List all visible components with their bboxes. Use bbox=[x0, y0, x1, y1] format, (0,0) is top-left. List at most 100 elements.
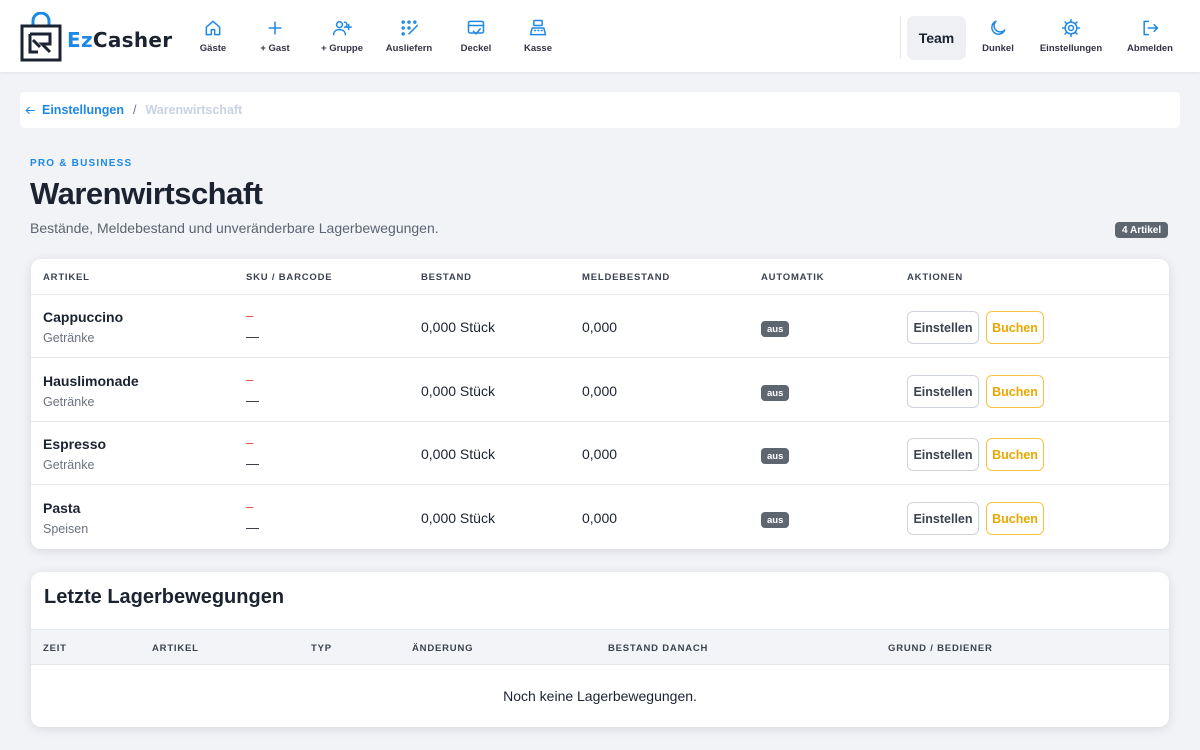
article-barcode: — bbox=[246, 393, 259, 408]
book-button[interactable]: Buchen bbox=[986, 502, 1044, 535]
cash-register-icon bbox=[529, 19, 547, 36]
article-min-stock: 0,000 bbox=[582, 510, 618, 526]
book-button[interactable]: Buchen bbox=[986, 375, 1044, 408]
article-name: Hauslimonade bbox=[43, 373, 139, 389]
table-row: Espresso Getränke – — 0,000 Stück 0,000 … bbox=[31, 422, 1169, 485]
article-category: Getränke bbox=[43, 331, 95, 345]
nav-label: Kasse bbox=[524, 43, 552, 54]
automation-badge: aus bbox=[761, 448, 790, 464]
plus-icon bbox=[268, 21, 282, 35]
article-stock: 0,000 Stück bbox=[421, 319, 495, 335]
automation-badge: aus bbox=[761, 512, 790, 528]
article-barcode: — bbox=[246, 329, 259, 344]
breadcrumb-back-link[interactable]: Einstellungen bbox=[24, 103, 124, 117]
nav-logout[interactable]: Abmelden bbox=[1125, 18, 1175, 54]
article-barcode: — bbox=[246, 456, 259, 471]
nav-tab[interactable]: Deckel bbox=[457, 18, 495, 54]
stock-table-card: ARTIKEL SKU / BARCODE BESTAND MELDEBESTA… bbox=[31, 259, 1169, 549]
ezcasher-logo-icon bbox=[20, 12, 62, 62]
page-subtitle: Bestände, Meldebestand und unveränderbar… bbox=[30, 220, 439, 236]
column-header-time: ZEIT bbox=[43, 643, 67, 654]
nav-label: Abmelden bbox=[1127, 43, 1173, 54]
article-name: Pasta bbox=[43, 500, 81, 516]
add-group-icon bbox=[332, 21, 352, 36]
brand-logo-link[interactable]: EzCasher bbox=[20, 12, 172, 62]
brand-name: EzCasher bbox=[67, 28, 172, 52]
article-category: Getränke bbox=[43, 395, 95, 409]
table-row: Pasta Speisen – — 0,000 Stück 0,000 aus … bbox=[31, 486, 1169, 549]
breadcrumb: Einstellungen / Warenwirtschaft bbox=[20, 92, 1180, 128]
table-header-row: ZEIT ARTIKEL TYP ÄNDERUNG BESTAND DANACH… bbox=[31, 629, 1169, 665]
deliver-grid-icon bbox=[401, 20, 419, 36]
nav-label: Deckel bbox=[460, 43, 492, 54]
nav-register[interactable]: Kasse bbox=[519, 18, 557, 54]
column-header-article: ARTIKEL bbox=[152, 643, 199, 654]
column-header-change: ÄNDERUNG bbox=[412, 643, 474, 654]
nav-dark-mode[interactable]: Dunkel bbox=[979, 18, 1017, 54]
article-stock: 0,000 Stück bbox=[421, 446, 495, 462]
arrow-left-icon bbox=[25, 106, 35, 114]
stock-movements-card: Letzte Lagerbewegungen ZEIT ARTIKEL TYP … bbox=[31, 572, 1169, 727]
empty-state-message: Noch keine Lagerbewegungen. bbox=[503, 688, 697, 704]
column-header-min-stock: MELDEBESTAND bbox=[582, 272, 671, 283]
automation-badge: aus bbox=[761, 321, 790, 337]
article-min-stock: 0,000 bbox=[582, 319, 618, 335]
nav-label: Dunkel bbox=[982, 43, 1014, 54]
configure-button[interactable]: Einstellen bbox=[907, 375, 979, 408]
logout-icon bbox=[1143, 20, 1159, 36]
breadcrumb-current: Warenwirtschaft bbox=[145, 103, 243, 117]
article-sku: – bbox=[246, 308, 254, 323]
team-button[interactable]: Team bbox=[907, 16, 966, 60]
book-button[interactable]: Buchen bbox=[986, 438, 1044, 471]
brand-rest: Casher bbox=[92, 28, 173, 52]
moon-icon bbox=[991, 20, 1006, 35]
article-name: Cappuccino bbox=[43, 309, 124, 325]
column-header-actions: AKTIONEN bbox=[907, 272, 964, 283]
article-category: Getränke bbox=[43, 458, 95, 472]
top-navbar: EzCasher Gäste + Gast + Gruppe Ausliefer… bbox=[0, 0, 1200, 72]
column-header-article: ARTIKEL bbox=[43, 272, 90, 283]
nav-label: Gäste bbox=[199, 43, 227, 54]
article-sku: – bbox=[246, 435, 254, 450]
configure-button[interactable]: Einstellen bbox=[907, 502, 979, 535]
article-sku: – bbox=[246, 499, 254, 514]
nav-label: Ausliefern bbox=[385, 43, 433, 54]
article-count-badge: 4 Artikel bbox=[1115, 222, 1169, 238]
table-row: Hauslimonade Getränke – — 0,000 Stück 0,… bbox=[31, 359, 1169, 422]
column-header-stock: BESTAND bbox=[421, 272, 472, 283]
nav-settings[interactable]: Einstellungen bbox=[1038, 18, 1104, 54]
configure-button[interactable]: Einstellen bbox=[907, 438, 979, 471]
column-header-type: TYP bbox=[311, 643, 332, 654]
breadcrumb-back-label: Einstellungen bbox=[42, 103, 124, 117]
nav-deliver[interactable]: Ausliefern bbox=[383, 18, 435, 54]
nav-label: Einstellungen bbox=[1039, 43, 1103, 54]
brand-prefix: Ez bbox=[67, 28, 93, 52]
nav-guests[interactable]: Gäste bbox=[194, 18, 232, 54]
book-button[interactable]: Buchen bbox=[986, 311, 1044, 344]
table-header-row: ARTIKEL SKU / BARCODE BESTAND MELDEBESTA… bbox=[31, 259, 1169, 295]
article-min-stock: 0,000 bbox=[582, 446, 618, 462]
article-stock: 0,000 Stück bbox=[421, 510, 495, 526]
column-header-sku: SKU / BARCODE bbox=[246, 272, 333, 283]
page-eyebrow: PRO & BUSINESS bbox=[30, 158, 133, 169]
nav-add-group[interactable]: + Gruppe bbox=[314, 18, 370, 54]
gear-icon bbox=[1061, 18, 1081, 38]
nav-divider bbox=[900, 16, 901, 58]
article-stock: 0,000 Stück bbox=[421, 383, 495, 399]
card-check-icon bbox=[467, 20, 485, 35]
article-barcode: — bbox=[246, 520, 259, 535]
nav-label: + Gruppe bbox=[321, 43, 363, 54]
nav-label: + Gast bbox=[260, 43, 290, 54]
article-sku: – bbox=[246, 372, 254, 387]
table-row: Cappuccino Getränke – — 0,000 Stück 0,00… bbox=[31, 295, 1169, 358]
nav-add-guest[interactable]: + Gast bbox=[256, 18, 294, 54]
column-header-automation: AUTOMATIK bbox=[761, 272, 825, 283]
column-header-stock-after: BESTAND DANACH bbox=[608, 643, 709, 654]
automation-badge: aus bbox=[761, 385, 790, 401]
column-header-reason-operator: GRUND / BEDIENER bbox=[888, 643, 993, 654]
article-min-stock: 0,000 bbox=[582, 383, 618, 399]
movements-title: Letzte Lagerbewegungen bbox=[44, 586, 285, 608]
configure-button[interactable]: Einstellen bbox=[907, 311, 979, 344]
breadcrumb-separator: / bbox=[132, 103, 137, 117]
article-name: Espresso bbox=[43, 436, 107, 452]
